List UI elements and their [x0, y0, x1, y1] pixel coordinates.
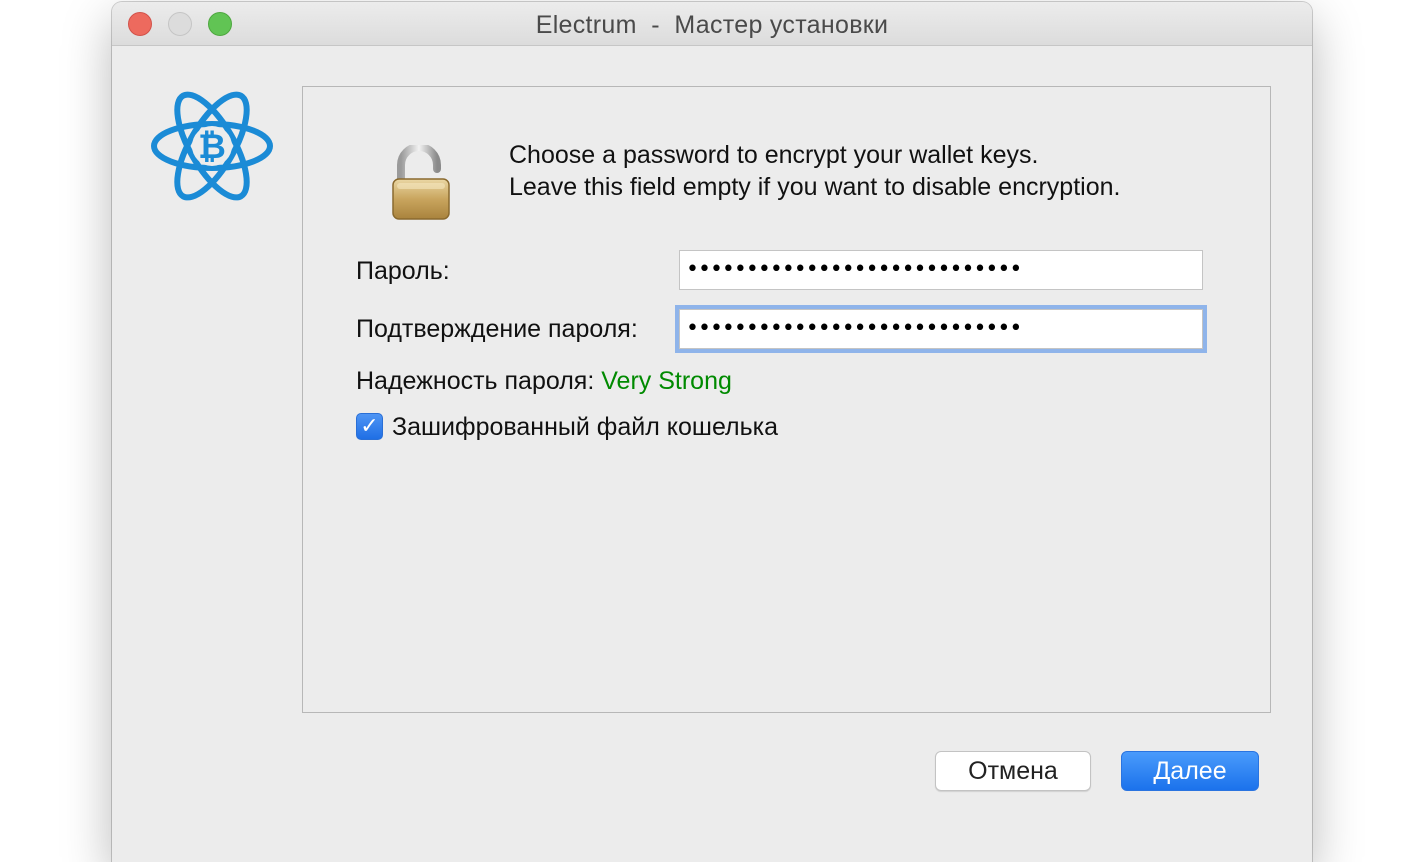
strength-label: Надежность пароля:	[356, 367, 595, 395]
confirm-password-input[interactable]: ••••••••••••••••••••••••••••	[675, 305, 1207, 353]
checkmark-icon: ✓	[360, 414, 379, 439]
encrypt-wallet-checkbox[interactable]: ✓	[356, 413, 383, 440]
encrypt-wallet-label[interactable]: Зашифрованный файл кошелька	[392, 413, 778, 442]
password-input[interactable]: ••••••••••••••••••••••••••••	[679, 250, 1203, 290]
instruction-text: Choose a password to encrypt your wallet…	[509, 139, 1120, 203]
unlocked-padlock-icon	[389, 143, 453, 225]
instruction-line-2: Leave this field empty if you want to di…	[509, 173, 1121, 201]
cancel-button[interactable]: Отмена	[935, 751, 1091, 791]
window-title: Electrum - Мастер установки	[535, 11, 889, 39]
strength-value: Very Strong	[601, 367, 732, 395]
electrum-logo-icon: ₿	[150, 88, 274, 204]
svg-text:₿: ₿	[198, 127, 226, 167]
instruction-line-1: Choose a password to encrypt your wallet…	[509, 141, 1039, 169]
password-strength: Надежность пароля: Very Strong	[356, 367, 732, 396]
wizard-window: Electrum - Мастер установки ₿ Choose a p…	[112, 2, 1312, 862]
next-button[interactable]: Далее	[1121, 751, 1259, 791]
title-bar[interactable]: Electrum - Мастер установки	[112, 2, 1312, 46]
password-panel: Choose a password to encrypt your wallet…	[302, 86, 1271, 713]
confirm-password-label: Подтверждение пароля:	[356, 315, 638, 343]
password-label: Пароль:	[356, 257, 450, 285]
